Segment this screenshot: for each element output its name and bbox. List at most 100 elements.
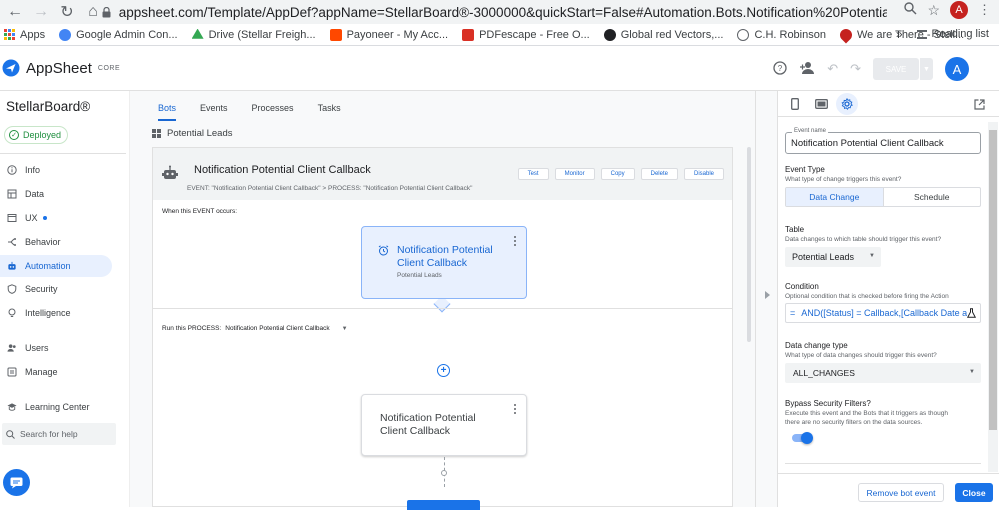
- header-actions: ? ↶ ↷ SAVE ▼ A: [773, 57, 969, 81]
- bookmarks-bar: Apps Google Admin Con... Drive (Stellar …: [0, 24, 999, 46]
- help-icon[interactable]: ?: [773, 60, 787, 78]
- bookmark-label: Global red Vectors,...: [620, 28, 724, 41]
- sidebar-item-security[interactable]: Security: [0, 278, 112, 300]
- check-circle-icon: ✓: [9, 130, 19, 140]
- remove-bot-event-button[interactable]: Remove bot event: [858, 483, 944, 502]
- event-type-toggle: Data Change Schedule: [785, 187, 981, 207]
- browser-profile-avatar[interactable]: A: [950, 1, 968, 19]
- flask-test-icon[interactable]: [966, 308, 977, 320]
- table-select[interactable]: Potential Leads ▼: [785, 247, 881, 267]
- bookmark-global-red-vectors[interactable]: Global red Vectors,...: [603, 28, 724, 41]
- panel-collapse-handle[interactable]: [755, 91, 777, 507]
- bookmark-payoneer[interactable]: Payoneer - My Acc...: [329, 28, 448, 41]
- process-node[interactable]: Notification Potential Client Callback: [361, 394, 527, 456]
- scrollbar-thumb[interactable]: [989, 130, 997, 430]
- chat-help-button[interactable]: [3, 469, 30, 496]
- sidebar-item-label: Automation: [25, 261, 71, 271]
- bookmark-label: PDFescape - Free O...: [479, 28, 590, 41]
- behavior-icon: [7, 237, 17, 247]
- app-header: AppSheet CORE ? ↶ ↷ SAVE ▼ A: [0, 47, 999, 91]
- event-name-label: Event name: [792, 128, 829, 134]
- tablet-preview-icon[interactable]: [812, 96, 830, 112]
- sidebar-item-manage[interactable]: Manage: [0, 361, 112, 383]
- panel-scrollbar[interactable]: [988, 122, 998, 472]
- sidebar-item-intelligence[interactable]: Intelligence: [0, 302, 112, 324]
- settings-gear-icon[interactable]: [836, 93, 858, 115]
- sidebar-item-learning-center[interactable]: Learning Center: [0, 396, 112, 418]
- condition-expression-input[interactable]: = AND([Status] = Callback,[Callback Date…: [785, 303, 981, 323]
- browser-menu-icon[interactable]: ⋮: [978, 2, 991, 18]
- sidebar-item-ux[interactable]: UX: [0, 207, 112, 229]
- delete-button[interactable]: Delete: [640, 168, 678, 180]
- event-name-field[interactable]: Event name Notification Potential Client…: [785, 128, 981, 154]
- bot-subtitle: EVENT: "Notification Potential Client Ca…: [187, 185, 473, 192]
- open-in-new-icon[interactable]: [970, 96, 988, 112]
- sidebar-item-behavior[interactable]: Behavior: [0, 231, 112, 253]
- bookmark-apps[interactable]: Apps: [4, 29, 45, 41]
- event-type-desc: What type of change triggers this event?: [785, 176, 902, 183]
- appsheet-logo[interactable]: AppSheet CORE: [2, 59, 120, 77]
- redo-icon[interactable]: ↷: [850, 61, 861, 77]
- schedule-option[interactable]: Schedule: [884, 188, 981, 206]
- sidebar-item-users[interactable]: Users: [0, 337, 112, 359]
- change-type-title: Data change type: [785, 341, 848, 350]
- tab-bots[interactable]: Bots: [158, 101, 177, 121]
- tab-events[interactable]: Events: [200, 101, 228, 121]
- save-options-dropdown[interactable]: ▼: [919, 58, 933, 80]
- add-step-button[interactable]: [407, 500, 480, 510]
- more-vert-icon[interactable]: [514, 404, 517, 414]
- alarm-clock-icon: [378, 245, 389, 259]
- automation-icon: [7, 261, 17, 271]
- zoom-icon[interactable]: [904, 2, 917, 18]
- change-type-select[interactable]: ALL_CHANGES ▼: [785, 363, 981, 383]
- data-change-option[interactable]: Data Change: [786, 188, 884, 206]
- event-node[interactable]: Notification Potential Client Callback P…: [361, 226, 527, 299]
- section-divider: [153, 308, 732, 309]
- event-node-table: Potential Leads: [397, 272, 442, 279]
- sidebar-item-info[interactable]: Info: [0, 159, 112, 181]
- save-button[interactable]: SAVE: [873, 58, 919, 80]
- tab-processes[interactable]: Processes: [252, 101, 294, 121]
- undo-icon[interactable]: ↶: [827, 61, 838, 77]
- sidebar-item-data[interactable]: Data: [0, 183, 112, 205]
- test-button[interactable]: Test: [517, 168, 549, 180]
- manage-icon: [7, 367, 17, 377]
- reading-list-button[interactable]: Reading list: [916, 28, 989, 40]
- search-help-input[interactable]: Search for help: [2, 423, 116, 445]
- bookmark-drive[interactable]: Drive (Stellar Freigh...: [191, 28, 316, 41]
- bookmark-label: Apps: [20, 28, 46, 41]
- sidebar-item-label: Security: [25, 284, 58, 294]
- main-scrollbar[interactable]: [747, 147, 751, 342]
- mobile-preview-icon[interactable]: [786, 96, 804, 112]
- process-selector[interactable]: Run this PROCESS: Notification Potential…: [162, 325, 348, 332]
- bookmark-pdfescape[interactable]: PDFescape - Free O...: [462, 28, 590, 41]
- more-vert-icon[interactable]: [514, 236, 517, 246]
- reload-icon[interactable]: ↻: [56, 1, 78, 23]
- tab-tasks[interactable]: Tasks: [318, 101, 341, 121]
- sidebar-item-automation[interactable]: Automation: [0, 255, 112, 277]
- disable-button[interactable]: Disable: [683, 168, 724, 180]
- bookmark-ch-robinson[interactable]: C.H. Robinson: [737, 28, 826, 41]
- deployed-status-badge[interactable]: ✓ Deployed: [4, 126, 69, 144]
- breadcrumb: Potential Leads: [152, 128, 233, 139]
- bypass-security-toggle[interactable]: [792, 432, 813, 444]
- bot-title: Notification Potential Client Callback: [194, 164, 371, 176]
- copy-button[interactable]: Copy: [600, 168, 635, 180]
- share-user-icon[interactable]: [799, 61, 815, 78]
- bookmark-star-icon[interactable]: ☆: [927, 2, 940, 19]
- reading-list-label: Reading list: [931, 28, 989, 40]
- bookmark-google-admin[interactable]: Google Admin Con...: [59, 28, 178, 41]
- bypass-desc-line-1: Execute this event and the Bots that it …: [785, 410, 948, 417]
- monitor-button[interactable]: Monitor: [554, 168, 595, 180]
- bot-action-buttons: Test Monitor Copy Delete Disable: [517, 168, 724, 180]
- bot-robot-icon: [162, 165, 178, 179]
- user-avatar[interactable]: A: [945, 57, 969, 81]
- app-name: StellarBoard®: [6, 99, 91, 114]
- more-bookmarks-icon[interactable]: »: [896, 27, 903, 41]
- close-button[interactable]: Close: [955, 483, 993, 502]
- add-step-icon[interactable]: +: [437, 364, 450, 377]
- address-bar[interactable]: appsheet.com/Template/AppDef?appName=Ste…: [101, 1, 887, 23]
- forward-icon[interactable]: →: [30, 1, 52, 23]
- back-icon[interactable]: ←: [4, 1, 26, 23]
- chevron-down-icon: ▼: [969, 369, 975, 375]
